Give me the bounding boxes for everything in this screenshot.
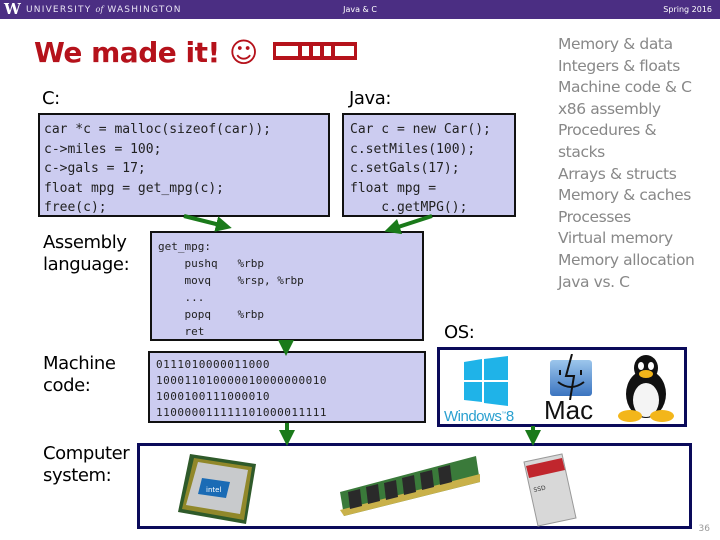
arrow-java-to-asm xyxy=(384,214,433,235)
arrow-c-to-asm xyxy=(183,214,232,232)
arrow-java-to-asm xyxy=(330,216,392,230)
flow-arrows xyxy=(183,214,541,446)
page-number: 36 xyxy=(698,524,710,534)
